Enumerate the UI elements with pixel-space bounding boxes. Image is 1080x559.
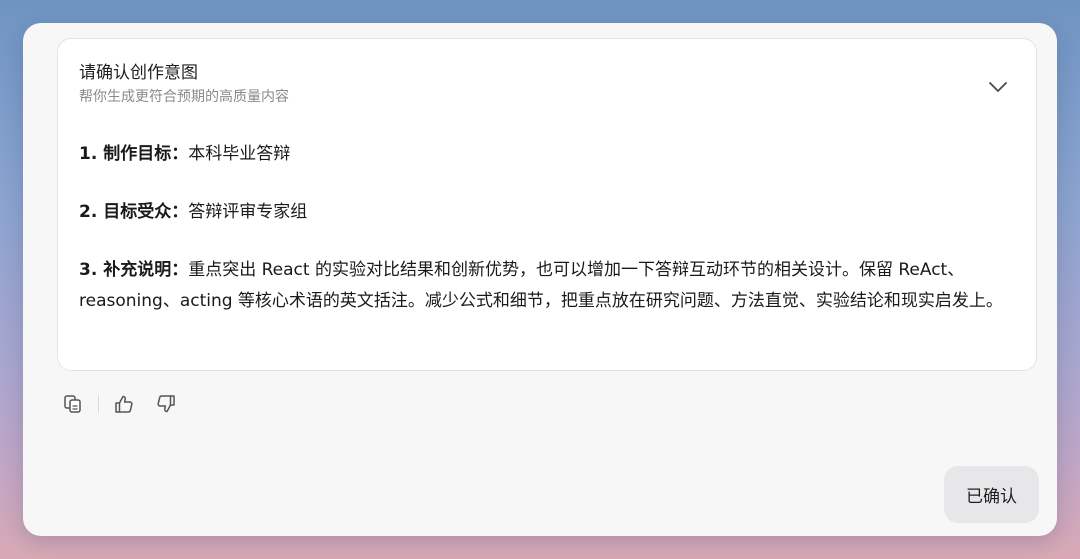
action-divider	[98, 395, 99, 413]
thumbs-down-icon	[157, 395, 175, 413]
copy-button[interactable]	[60, 391, 86, 417]
chat-window: 请确认创作意图 帮你生成更符合预期的高质量内容 1. 制作目标：本科毕业答辩 2…	[23, 23, 1057, 536]
intent-confirmation-card: 请确认创作意图 帮你生成更符合预期的高质量内容 1. 制作目标：本科毕业答辩 2…	[57, 38, 1037, 371]
chevron-down-icon	[989, 82, 1007, 92]
intent-text: 重点突出 React 的实验对比结果和创新优势，也可以增加一下答辩互动环节的相关…	[79, 260, 1003, 311]
card-header: 请确认创作意图 帮你生成更符合预期的高质量内容	[79, 61, 1015, 107]
like-button[interactable]	[111, 391, 137, 417]
intent-item-goal: 1. 制作目标：本科毕业答辩	[79, 139, 1014, 170]
intent-text: 答辩评审专家组	[188, 202, 308, 222]
intent-text: 本科毕业答辩	[188, 144, 291, 164]
intent-label: 3. 补充说明：	[79, 260, 189, 280]
intent-item-audience: 2. 目标受众：答辩评审专家组	[79, 197, 1014, 228]
thumbs-up-icon	[115, 395, 133, 413]
message-action-bar	[60, 389, 179, 419]
intent-label: 1. 制作目标：	[79, 144, 189, 164]
card-title: 请确认创作意图	[79, 63, 198, 83]
copy-icon	[64, 395, 81, 413]
intent-list: 1. 制作目标：本科毕业答辩 2. 目标受众：答辩评审专家组 3. 补充说明：重…	[79, 139, 1014, 344]
intent-label: 2. 目标受众：	[79, 202, 189, 222]
confirmed-button[interactable]: 已确认	[944, 466, 1039, 523]
collapse-toggle-button[interactable]	[986, 75, 1010, 99]
intent-item-notes: 3. 补充说明：重点突出 React 的实验对比结果和创新优势，也可以增加一下答…	[79, 255, 1014, 317]
dislike-button[interactable]	[153, 391, 179, 417]
card-subtitle: 帮你生成更符合预期的高质量内容	[79, 89, 289, 105]
